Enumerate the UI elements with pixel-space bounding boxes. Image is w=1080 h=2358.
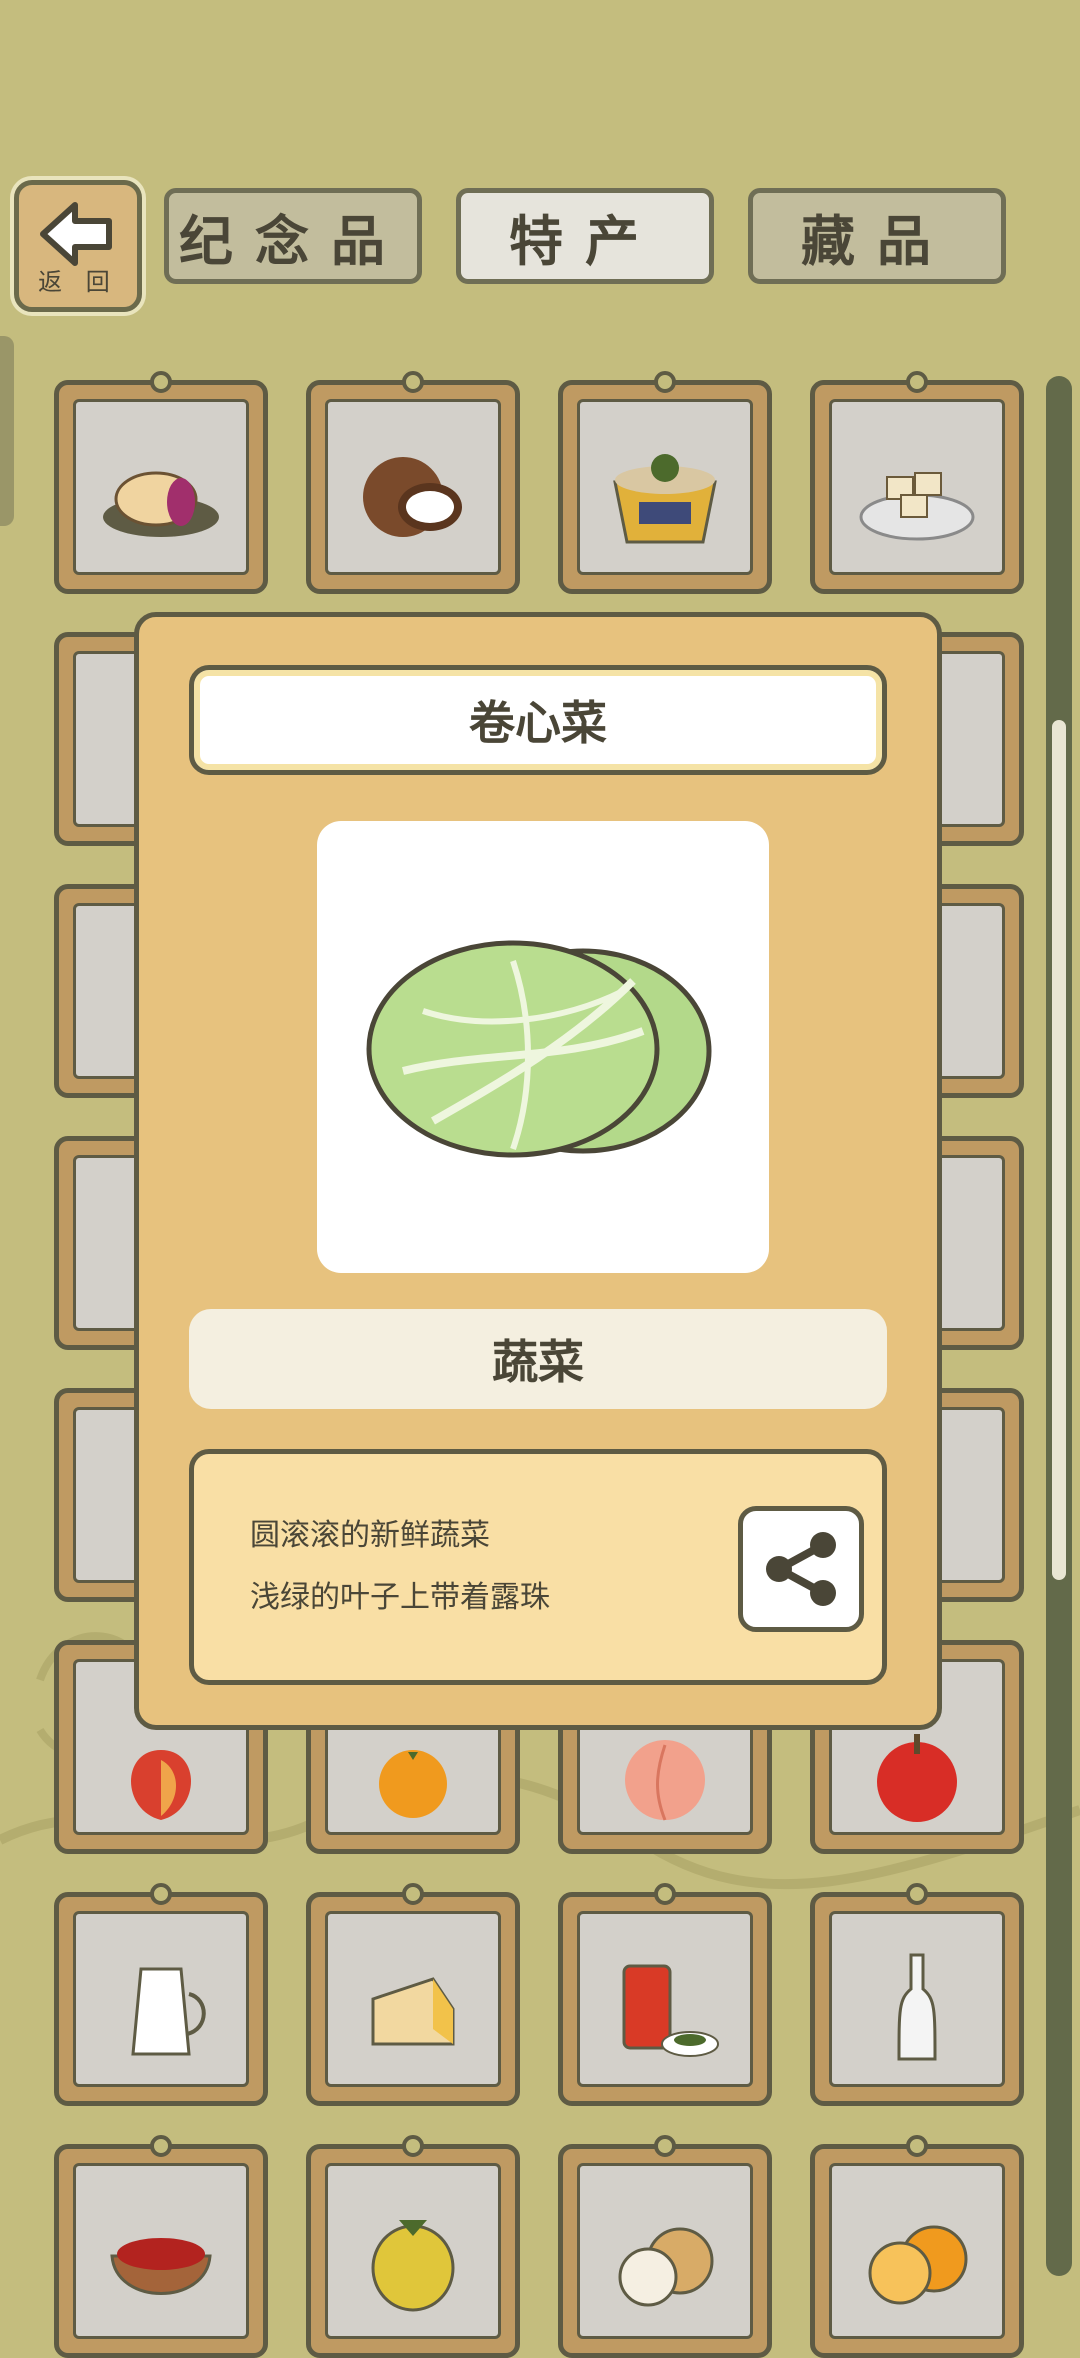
item-slot[interactable] xyxy=(558,1883,772,2106)
cabbage-icon xyxy=(366,940,712,1158)
peach-icon xyxy=(131,1749,191,1820)
noodle-cup-icon xyxy=(613,454,717,544)
orange-slice-icon xyxy=(868,2225,968,2305)
tab-collectibles[interactable]: 藏品 xyxy=(748,188,1006,284)
longan-icon xyxy=(618,2227,714,2307)
kiwano-icon xyxy=(371,2220,455,2312)
item-slot[interactable] xyxy=(810,2135,1024,2358)
cheese-icon xyxy=(371,1977,455,2046)
item-slot[interactable] xyxy=(306,371,520,594)
dried-fruit-bowl-icon xyxy=(110,2238,212,2296)
item-description-box: 圆滚滚的新鲜蔬菜 浅绿的叶子上带着露珠 xyxy=(189,1449,887,1685)
description-line-1: 圆滚滚的新鲜蔬菜 xyxy=(250,1518,490,1553)
peach-icon xyxy=(625,1739,705,1821)
tab-collectibles-label: 藏品 xyxy=(801,209,953,273)
item-slot[interactable] xyxy=(54,371,268,594)
back-label: 返 回 xyxy=(38,268,118,296)
item-slot[interactable] xyxy=(810,371,1024,594)
tab-souvenirs[interactable]: 纪念品 xyxy=(164,188,422,284)
tab-specialties[interactable]: 特产 xyxy=(456,188,714,284)
share-icon xyxy=(766,1532,836,1606)
tab-specialties-label: 特产 xyxy=(509,209,661,273)
item-category: 蔬菜 xyxy=(189,1309,887,1409)
mooncake-icon xyxy=(103,471,219,538)
item-slot[interactable] xyxy=(306,2135,520,2358)
item-slot[interactable] xyxy=(54,2135,268,2358)
tofu-plate-icon xyxy=(859,472,975,541)
bottle-icon xyxy=(897,1953,937,2061)
apple-icon xyxy=(877,1733,957,1822)
back-arrow-icon xyxy=(40,202,112,266)
orange-icon xyxy=(379,1749,447,1818)
item-detail-popup: 卷心菜 蔬菜 圆滚滚的新鲜蔬菜 浅绿的叶子上带着露珠 xyxy=(134,612,942,1730)
item-image-frame xyxy=(317,821,769,1273)
item-slot[interactable] xyxy=(558,371,772,594)
milk-jug-icon xyxy=(131,1967,206,2056)
share-button[interactable] xyxy=(738,1506,864,1632)
item-slot[interactable] xyxy=(306,1883,520,2106)
back-button[interactable]: 返 回 xyxy=(14,180,142,312)
tea-can-icon xyxy=(622,1964,719,2058)
item-slot[interactable] xyxy=(558,2135,772,2358)
scrollbar-thumb[interactable] xyxy=(1052,720,1066,1580)
item-slot[interactable] xyxy=(54,1883,268,2106)
tab-souvenirs-label: 纪念品 xyxy=(179,209,407,273)
description-line-2: 浅绿的叶子上带着露珠 xyxy=(250,1580,550,1615)
coconut-icon xyxy=(363,457,462,538)
side-drawer-handle[interactable] xyxy=(0,336,14,526)
item-title: 卷心菜 xyxy=(189,665,887,775)
item-slot[interactable] xyxy=(810,1883,1024,2106)
